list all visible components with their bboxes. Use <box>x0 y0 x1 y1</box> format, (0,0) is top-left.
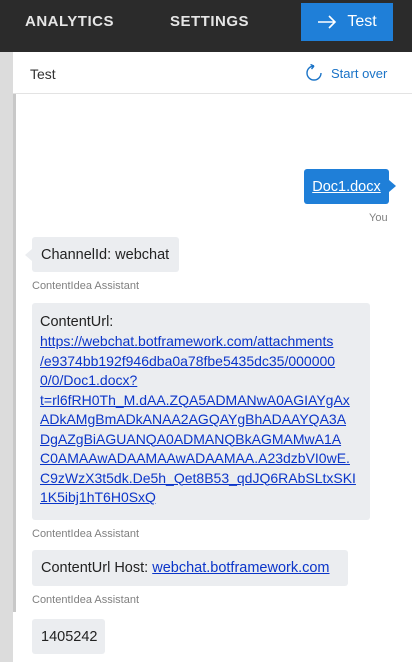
url-line: 1K5ibj1hT6H0SxQ <box>40 489 156 505</box>
tab-analytics[interactable]: ANALYTICS <box>25 13 114 30</box>
channel-id-text: ChannelId: webchat <box>41 247 170 263</box>
panel-title: Test <box>30 66 56 82</box>
content-url-host-label: ContentUrl Host: <box>41 560 149 576</box>
scrollbar[interactable] <box>13 52 16 612</box>
url-line: t=rl6fRH0Th_M.dAA.ZQA5ADMANwA0AGIAYgAx <box>40 391 350 408</box>
url-line: C0AMAAwADAAMAAwADAAMAA.A23dzbVI0wE. <box>40 450 350 466</box>
bot-sender-label: ContentIdea Assistant <box>32 280 140 292</box>
url-line: 0/0/Doc1.docx? <box>40 372 138 388</box>
refresh-icon <box>306 64 322 81</box>
test-chat-panel: Test Start over Doc1.docx You ChannelId:… <box>13 52 412 662</box>
content-url-label: ContentUrl: <box>40 314 114 330</box>
bot-sender-label: ContentIdea Assistant <box>32 594 140 606</box>
bot-message-bubble: ContentUrl Host: webchat.botframework.co… <box>32 550 348 586</box>
numeric-value-text: 1405242 <box>41 629 98 645</box>
bot-message-bubble: ContentUrl: https://webchat.botframework… <box>32 303 370 520</box>
url-line: https://webchat.botframework.com/attachm… <box>40 333 334 349</box>
top-navigation-bar: ANALYTICS SETTINGS Test <box>0 0 412 52</box>
user-sender-label: You <box>369 212 388 224</box>
url-line: C9zWzX3t5dk.De5h_Qet8B53_qdJQ6RAbSLtxSKI <box>40 469 356 486</box>
user-message-bubble: Doc1.docx <box>304 169 396 204</box>
panel-header: Test Start over <box>13 52 412 94</box>
content-url-host-link[interactable]: webchat.botframework.com <box>152 560 329 576</box>
url-line: DgAZgBiAGUANQA0ADMANQBkAGMAMwA1A <box>40 430 342 447</box>
url-line: ADkAMgBmADkANAA2AGQAYgBhADAAYQA3A <box>40 411 347 427</box>
tab-settings[interactable]: SETTINGS <box>170 13 249 30</box>
url-line: /e9374bb192f946dba0a78fbe5435dc35/000000 <box>40 352 336 369</box>
left-gutter <box>0 52 13 662</box>
start-over-label: Start over <box>331 65 388 81</box>
bot-sender-label: ContentIdea Assistant <box>32 528 140 540</box>
bot-message-bubble: 1405242 <box>32 619 105 654</box>
user-attachment-link[interactable]: Doc1.docx <box>312 179 381 195</box>
content-url-link[interactable]: https://webchat.botframework.com/attachm… <box>40 332 362 508</box>
start-over-button[interactable]: Start over <box>305 64 387 82</box>
bot-message-bubble: ChannelId: webchat <box>25 237 179 272</box>
test-button[interactable]: Test <box>301 3 393 41</box>
test-button-label: Test <box>347 13 377 30</box>
arrow-right-icon <box>318 15 337 29</box>
